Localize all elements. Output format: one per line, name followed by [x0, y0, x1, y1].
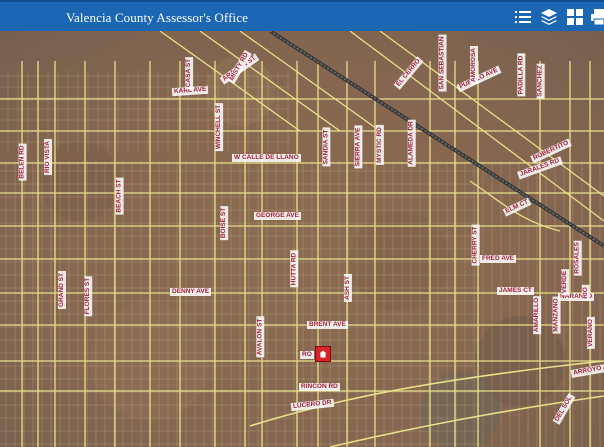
street-label-boise: BOISE ST	[220, 205, 229, 241]
selected-parcel-marker[interactable]	[315, 346, 331, 362]
street-label-ash: ASH ST	[343, 274, 352, 302]
print-icon[interactable]	[590, 8, 604, 26]
street-label-verano: VERANO	[586, 317, 595, 349]
street-label-grand: GRAND ST	[57, 271, 66, 309]
layers-icon[interactable]	[540, 8, 558, 26]
street-label-winchell: WINCHELL ST	[215, 102, 224, 152]
street-label-rosales: ROSALES	[573, 240, 582, 276]
street-label-beach: BEACH ST	[115, 177, 124, 215]
basemap-gallery-icon[interactable]	[566, 8, 584, 26]
street-label-belen: BELEN RD	[18, 143, 27, 181]
street-label-padilla: PADILLA RD	[517, 53, 526, 97]
street-label-rio: RIO	[581, 285, 590, 301]
home-icon	[319, 350, 327, 358]
app-title: Valencia County Assessor's Office	[66, 10, 248, 25]
street-label-san-sebastian: SAN SEBASTIAN	[438, 34, 447, 92]
street-label-sierra: SIERRA AVE	[354, 125, 363, 169]
street-label-sanchez: SANCHEZ	[536, 63, 545, 99]
selected-parcel-label: RO	[300, 351, 314, 359]
street-label-james: JAMES CT	[497, 287, 534, 295]
street-label-cherry: CHERRY ST	[471, 224, 480, 266]
street-label-brent: BRENT AVE	[307, 321, 348, 329]
list-icon[interactable]	[514, 8, 532, 26]
street-label-mystic: MYSTIC RD	[375, 125, 384, 165]
street-label-hutta: HUTTA RD	[290, 250, 299, 288]
street-label-avalon: AVALON ST	[256, 316, 265, 358]
street-label-rincon: RINCON RD	[299, 383, 340, 391]
street-label-fred: FRED AVE	[480, 255, 517, 263]
app-header: Valencia County Assessor's Office	[0, 0, 604, 31]
street-label-george: GEORGE AVE	[254, 212, 301, 220]
street-label-verde: VERDE	[561, 268, 570, 296]
street-label-manzano: MANZANO	[552, 296, 561, 334]
street-label-flores: FLORES ST	[84, 275, 93, 317]
map-view[interactable]: KARL AVE W CALLE DE LLANO GEORGE AVE DEN…	[0, 31, 604, 447]
street-label-amarillo: AMARILLO	[533, 295, 542, 335]
street-label-casa: CASA ST	[185, 56, 194, 90]
street-label-sandia: SANDIA ST	[322, 127, 331, 167]
street-label-alameda: ALAMEDA DR	[407, 119, 416, 167]
street-label-calle-de-llano: W CALLE DE LLANO	[232, 154, 301, 162]
street-label-amorosa: AMOROSA	[469, 46, 478, 84]
street-label-rio-vista: RIO VISTA	[44, 138, 53, 176]
street-label-denny: DENNY AVE	[170, 288, 212, 296]
